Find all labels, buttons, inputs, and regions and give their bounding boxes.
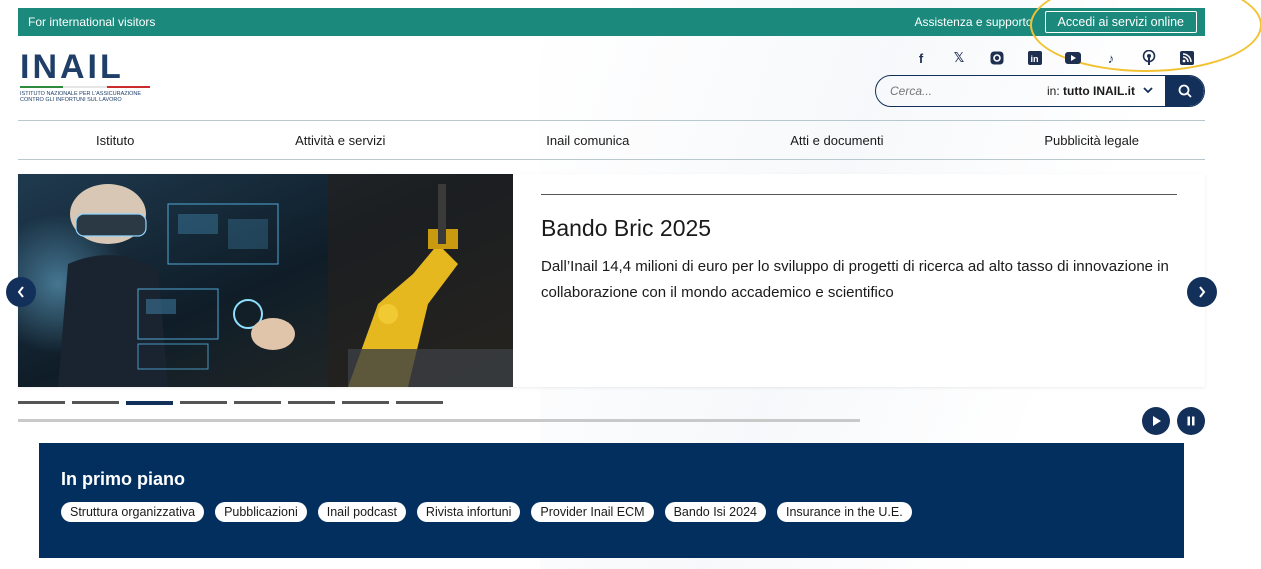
logo-flag-stripe bbox=[20, 86, 150, 88]
chip-struttura-organizzativa[interactable]: Struttura organizzativa bbox=[61, 502, 205, 522]
facebook-icon[interactable]: f bbox=[913, 50, 929, 66]
carousel-indicator[interactable] bbox=[234, 401, 281, 404]
chevron-down-icon[interactable] bbox=[1143, 86, 1153, 97]
carousel-next-button[interactable] bbox=[1187, 277, 1217, 307]
hero-divider bbox=[541, 194, 1177, 195]
carousel-pause-button[interactable] bbox=[1177, 407, 1205, 435]
top-bar: For international visitors Assistenza e … bbox=[18, 8, 1205, 36]
chip-inail-podcast[interactable]: Inail podcast bbox=[317, 502, 406, 522]
hero-title[interactable]: Bando Bric 2025 bbox=[541, 215, 1177, 242]
chip-provider-inail-ecm[interactable]: Provider Inail ECM bbox=[531, 502, 654, 522]
in-primo-piano-section: In primo piano Struttura organizzativa P… bbox=[39, 443, 1184, 558]
instagram-icon[interactable] bbox=[989, 50, 1005, 66]
chevron-left-icon bbox=[17, 286, 24, 298]
carousel-indicators bbox=[18, 401, 443, 405]
social-links: f 𝕏 in ♪ bbox=[913, 50, 1195, 66]
rss-icon[interactable] bbox=[1179, 50, 1195, 66]
chip-pubblicazioni[interactable]: Pubblicazioni bbox=[215, 502, 307, 522]
search-button[interactable] bbox=[1165, 76, 1204, 106]
international-visitors-link[interactable]: For international visitors bbox=[28, 15, 914, 29]
search-input[interactable] bbox=[876, 84, 1047, 98]
chip-bando-isi-2024[interactable]: Bando Isi 2024 bbox=[664, 502, 766, 522]
carousel-indicator[interactable] bbox=[72, 401, 119, 404]
page: For international visitors Assistenza e … bbox=[0, 0, 1261, 569]
nav-item-pubblicita-legale[interactable]: Pubblicità legale bbox=[1044, 133, 1139, 148]
nav-item-atti-documenti[interactable]: Atti e documenti bbox=[790, 133, 883, 148]
hero-image[interactable] bbox=[18, 174, 513, 387]
carousel-indicator-active[interactable] bbox=[126, 401, 173, 405]
carousel-play-button[interactable] bbox=[1142, 407, 1170, 435]
quick-links: Struttura organizzativa Pubblicazioni In… bbox=[61, 502, 1162, 522]
main-nav: Istituto Attività e servizi Inail comuni… bbox=[18, 120, 1205, 160]
carousel-prev-button[interactable] bbox=[6, 277, 36, 307]
nav-item-istituto[interactable]: Istituto bbox=[96, 133, 134, 148]
play-icon bbox=[1153, 416, 1161, 426]
svg-text:in: in bbox=[1031, 54, 1039, 64]
inail-logo[interactable]: INAIL Istituto Nazionale per l'Assicuraz… bbox=[20, 50, 160, 103]
youtube-icon[interactable] bbox=[1065, 50, 1081, 66]
carousel-indicator[interactable] bbox=[18, 401, 65, 404]
header: INAIL Istituto Nazionale per l'Assicuraz… bbox=[18, 38, 1205, 120]
carousel-progress-bar bbox=[18, 419, 860, 422]
search-bar: in: tutto INAIL.it bbox=[875, 75, 1205, 107]
section-title: In primo piano bbox=[61, 469, 185, 489]
chip-insurance-ue[interactable]: Insurance in the U.E. bbox=[776, 502, 912, 522]
carousel-indicator[interactable] bbox=[342, 401, 389, 404]
chevron-right-icon bbox=[1199, 286, 1206, 298]
search-icon bbox=[1178, 84, 1192, 98]
carousel-indicator[interactable] bbox=[396, 401, 443, 404]
linkedin-icon[interactable]: in bbox=[1027, 50, 1043, 66]
login-services-button[interactable]: Accedi ai servizi online bbox=[1044, 11, 1197, 33]
search-scope-select[interactable]: in: tutto INAIL.it bbox=[1047, 84, 1135, 98]
pause-icon bbox=[1187, 416, 1195, 426]
hero-description: Dall’Inail 14,4 milioni di euro per lo s… bbox=[541, 258, 1169, 301]
podcast-icon[interactable] bbox=[1141, 50, 1157, 66]
carousel-indicator[interactable] bbox=[288, 401, 335, 404]
support-link[interactable]: Assistenza e supporto bbox=[914, 15, 1032, 29]
logo-subtitle: Istituto Nazionale per l'Assicurazione c… bbox=[20, 91, 142, 103]
nav-item-attivita-servizi[interactable]: Attività e servizi bbox=[295, 133, 385, 148]
chip-rivista-infortuni[interactable]: Rivista infortuni bbox=[416, 502, 521, 522]
logo-mark: INAIL bbox=[20, 48, 124, 86]
nav-item-inail-comunica[interactable]: Inail comunica bbox=[546, 133, 629, 148]
tiktok-icon[interactable]: ♪ bbox=[1103, 50, 1119, 66]
hero-carousel: Bando Bric 2025 Dall’Inail 14,4 milioni … bbox=[18, 174, 1205, 387]
hero-content: Bando Bric 2025 Dall’Inail 14,4 milioni … bbox=[541, 194, 1177, 306]
carousel-indicator[interactable] bbox=[180, 401, 227, 404]
x-icon[interactable]: 𝕏 bbox=[951, 50, 967, 66]
